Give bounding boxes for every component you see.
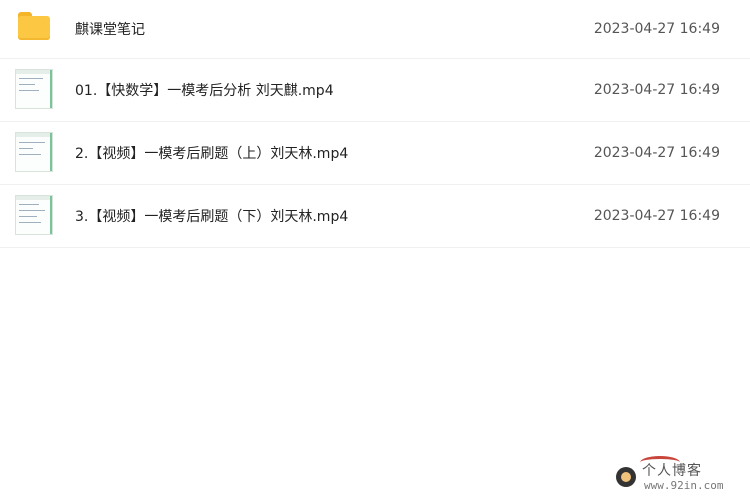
thumbnail-line (19, 148, 33, 149)
thumbnail-line (19, 154, 41, 155)
file-name: 2.【视频】一模考后刷题（上）刘天林.mp4 (75, 146, 349, 162)
video-thumbnail-icon (15, 69, 53, 109)
file-modified-time: 2023-04-27 16:49 (593, 21, 720, 37)
file-name: 麒课堂笔记 (75, 22, 145, 38)
file-list: 麒课堂笔记 2023-04-27 16:49 01.【快数学】一模考后分析 刘天… (0, 0, 750, 248)
thumbnail-line (19, 204, 39, 205)
file-browser-page: 麒课堂笔记 2023-04-27 16:49 01.【快数学】一模考后分析 刘天… (0, 0, 750, 500)
file-name: 01.【快数学】一模考后分析 刘天麒.mp4 (75, 83, 334, 99)
thumbnail-line (19, 78, 43, 79)
file-row-video[interactable]: 01.【快数学】一模考后分析 刘天麒.mp4 2023-04-27 16:49 (0, 59, 750, 122)
blog-watermark: 个人博客 www.92in.com (616, 455, 736, 493)
thumbnail-accent (50, 70, 52, 108)
thumbnail-accent (50, 196, 52, 234)
file-row-video[interactable]: 2.【视频】一模考后刷题（上）刘天林.mp4 2023-04-27 16:49 (0, 122, 750, 185)
watermark-logo-icon (616, 467, 636, 487)
thumbnail-line (19, 222, 41, 223)
thumbnail-line (19, 210, 45, 211)
thumbnail-accent (50, 133, 52, 171)
folder-body (18, 16, 50, 40)
thumbnail-line (19, 84, 35, 85)
thumbnail-header (16, 70, 52, 74)
file-row-folder[interactable]: 麒课堂笔记 2023-04-27 16:49 (0, 0, 750, 59)
watermark-title: 个人博客 (642, 463, 702, 479)
folder-icon (18, 12, 50, 40)
thumbnail-header (16, 133, 52, 137)
video-thumbnail-icon (15, 195, 53, 235)
video-thumbnail-icon (15, 132, 53, 172)
watermark-url: www.92in.com (644, 479, 724, 492)
thumbnail-line (19, 142, 45, 143)
file-modified-time: 2023-04-27 16:49 (593, 208, 720, 224)
file-modified-time: 2023-04-27 16:49 (593, 82, 720, 98)
thumbnail-line (19, 216, 37, 217)
file-modified-time: 2023-04-27 16:49 (593, 145, 720, 161)
file-name: 3.【视频】一模考后刷题（下）刘天林.mp4 (75, 209, 349, 225)
thumbnail-header (16, 196, 52, 200)
thumbnail-line (19, 90, 39, 91)
file-row-video[interactable]: 3.【视频】一模考后刷题（下）刘天林.mp4 2023-04-27 16:49 (0, 185, 750, 248)
